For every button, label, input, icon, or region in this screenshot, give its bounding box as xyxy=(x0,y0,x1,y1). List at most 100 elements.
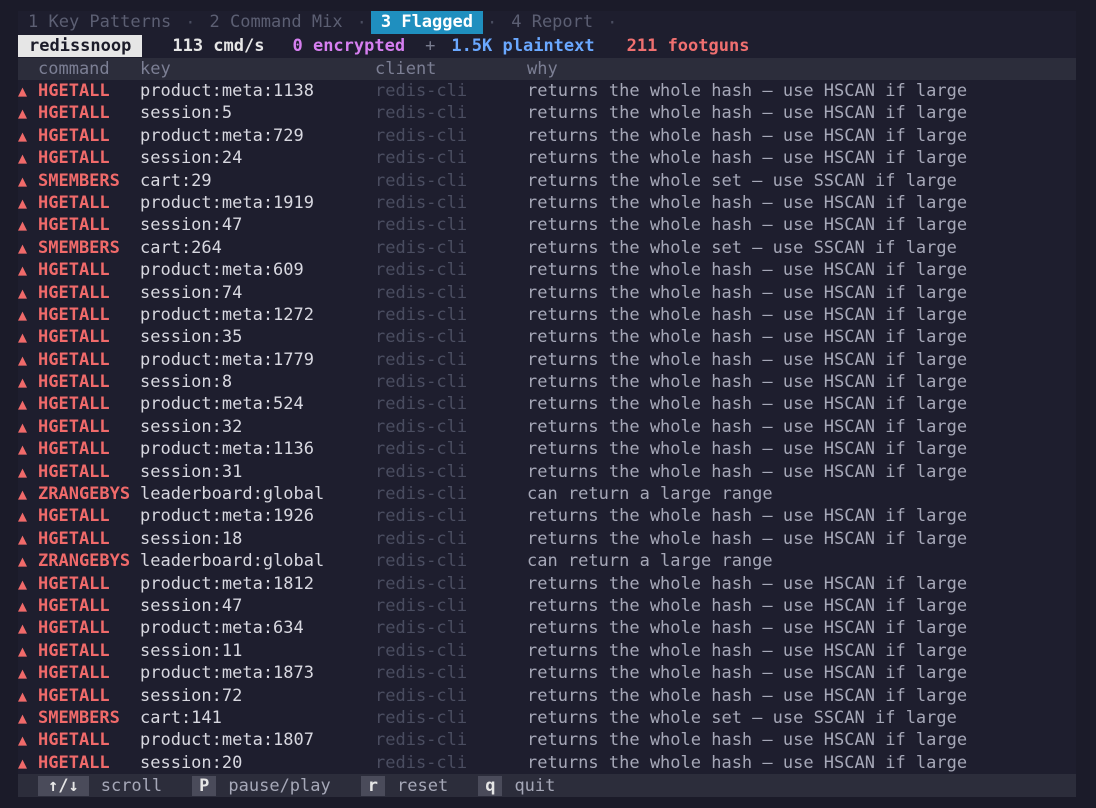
table-row[interactable]: ▲ HGETALL session:24 redis-cli returns the w… xyxy=(18,147,1076,169)
table-row[interactable]: ▲ HGETALL session:35 redis-cli returns the w… xyxy=(18,326,1076,348)
row-command: HGETALL xyxy=(38,685,110,706)
table-row[interactable]: ▲ HGETALL session:31 redis-cli returns the w… xyxy=(18,461,1076,483)
row-command: HGETALL xyxy=(38,327,110,348)
tab-report[interactable]: 4 Report xyxy=(501,11,603,34)
header-client[interactable]: client xyxy=(375,58,436,80)
row-command: ZRANGEBYS xyxy=(38,484,131,505)
table-row[interactable]: ▲ HGETALL product:meta:634 redis-cli returns… xyxy=(18,617,1076,639)
table-row[interactable]: ▲ HGETALL session:18 redis-cli returns the w… xyxy=(18,528,1076,550)
row-why: returns the whole hash — use HSCAN if la… xyxy=(527,685,968,706)
table-row[interactable]: ▲ HGETALL session:72 redis-cli returns the w… xyxy=(18,685,1076,707)
row-key: product:meta:729 xyxy=(140,125,304,146)
row-key: session:32 xyxy=(140,416,243,437)
table-row[interactable]: ▲ HGETALL product:meta:1812 redis-cli return… xyxy=(18,573,1076,595)
tab-command-mix[interactable]: 2 Command Mix xyxy=(200,11,353,34)
row-client: redis-cli xyxy=(375,304,468,325)
tab-flagged[interactable]: 3 Flagged xyxy=(370,11,483,34)
row-key: product:meta:1926 xyxy=(140,506,314,527)
scroll-key[interactable]: ↑/↓ xyxy=(38,775,89,796)
row-why: returns the whole hash — use HSCAN if la… xyxy=(527,327,968,348)
table-row[interactable]: ▲ HGETALL product:meta:729 redis-cli returns… xyxy=(18,125,1076,147)
row-command: SMEMBERS xyxy=(38,170,120,191)
table-row[interactable]: ▲ HGETALL session:74 redis-cli returns the w… xyxy=(18,282,1076,304)
warning-icon: ▲ xyxy=(18,619,28,638)
table-row[interactable]: ▲ HGETALL product:meta:1779 redis-cli return… xyxy=(18,349,1076,371)
warning-icon: ▲ xyxy=(18,440,28,459)
tab-separator: · xyxy=(607,12,618,33)
table-row[interactable]: ▲ HGETALL session:47 redis-cli returns the w… xyxy=(18,214,1076,236)
table-row[interactable]: ▲ HGETALL product:meta:1136 redis-cli return… xyxy=(18,438,1076,460)
table-row[interactable]: ▲ HGETALL session:11 redis-cli returns the w… xyxy=(18,640,1076,662)
commands-per-second: 113 cmd/s xyxy=(172,36,265,56)
table-row[interactable]: ▲ HGETALL session:5 redis-cli returns the wh… xyxy=(18,102,1076,124)
row-key: product:meta:1919 xyxy=(140,192,314,213)
reset-key[interactable]: r xyxy=(360,775,385,796)
table-row[interactable]: ▲ HGETALL product:meta:1873 redis-cli return… xyxy=(18,662,1076,684)
row-why: returns the whole hash — use HSCAN if la… xyxy=(527,192,968,213)
warning-icon: ▲ xyxy=(18,82,28,100)
tab-separator: · xyxy=(356,12,367,33)
table-row[interactable]: ▲ ZRANGEBYS leaderboard:global redis-cli can… xyxy=(18,483,1076,505)
row-why: returns the whole hash — use HSCAN if la… xyxy=(527,640,968,661)
header-why[interactable]: why xyxy=(527,58,558,80)
row-client: redis-cli xyxy=(375,528,468,549)
table-row[interactable]: ▲ HGETALL session:20 redis-cli returns the w… xyxy=(18,752,1076,774)
table-row[interactable]: ▲ HGETALL session:47 redis-cli returns the w… xyxy=(18,595,1076,617)
row-why: returns the whole hash — use HSCAN if la… xyxy=(527,349,968,370)
pause-key[interactable]: P xyxy=(192,775,217,796)
row-why: returns the whole hash — use HSCAN if la… xyxy=(527,506,968,527)
row-command: HGETALL xyxy=(38,215,110,236)
table-row[interactable]: ▲ SMEMBERS cart:141 redis-cli returns the wh… xyxy=(18,707,1076,729)
row-client: redis-cli xyxy=(375,618,468,639)
row-key: leaderboard:global xyxy=(140,484,325,505)
header-command[interactable]: command xyxy=(38,58,110,80)
row-why: returns the whole hash — use HSCAN if la… xyxy=(527,81,968,101)
row-client: redis-cli xyxy=(375,103,468,124)
plus-separator: + xyxy=(425,36,436,56)
warning-icon: ▲ xyxy=(18,664,28,683)
encrypted-count: 0 encrypted xyxy=(292,36,406,56)
table-row[interactable]: ▲ SMEMBERS cart:29 redis-cli returns the who… xyxy=(18,170,1076,192)
tab-key-patterns[interactable]: 1 Key Patterns xyxy=(18,11,181,34)
warning-icon: ▲ xyxy=(18,395,28,414)
row-key: product:meta:524 xyxy=(140,394,304,415)
row-key: session:8 xyxy=(140,372,233,393)
table-row[interactable]: ▲ HGETALL session:8 redis-cli returns the wh… xyxy=(18,371,1076,393)
table-row[interactable]: ▲ HGETALL product:meta:1926 redis-cli return… xyxy=(18,505,1076,527)
row-why: returns the whole hash — use HSCAN if la… xyxy=(527,461,968,482)
row-client: redis-cli xyxy=(375,327,468,348)
table-row[interactable]: ▲ SMEMBERS cart:264 redis-cli returns the wh… xyxy=(18,237,1076,259)
table-row[interactable]: ▲ HGETALL product:meta:1807 redis-cli return… xyxy=(18,729,1076,751)
row-command: HGETALL xyxy=(38,304,110,325)
row-client: redis-cli xyxy=(375,260,468,281)
table-row[interactable]: ▲ HGETALL product:meta:1272 redis-cli return… xyxy=(18,304,1076,326)
row-command: HGETALL xyxy=(38,730,110,751)
row-client: redis-cli xyxy=(375,394,468,415)
row-client: redis-cli xyxy=(375,685,468,706)
row-command: HGETALL xyxy=(38,125,110,146)
warning-icon: ▲ xyxy=(18,126,28,145)
warning-icon: ▲ xyxy=(18,686,28,705)
quit-label: quit xyxy=(514,775,556,796)
row-client: redis-cli xyxy=(375,148,468,169)
row-key: cart:264 xyxy=(140,237,222,258)
row-why: returns the whole hash — use HSCAN if la… xyxy=(527,663,968,684)
flagged-table-body[interactable]: ▲ HGETALL product:meta:1138 redis-cli return… xyxy=(18,80,1076,774)
warning-icon: ▲ xyxy=(18,283,28,302)
header-key[interactable]: key xyxy=(140,58,171,80)
row-key: leaderboard:global xyxy=(140,551,325,572)
table-row[interactable]: ▲ HGETALL product:meta:609 redis-cli returns… xyxy=(18,259,1076,281)
tab-bar: 1 Key Patterns · 2 Command Mix · 3 Flagg… xyxy=(18,11,1076,34)
table-row[interactable]: ▲ ZRANGEBYS leaderboard:global redis-cli can… xyxy=(18,550,1076,572)
row-why: returns the whole hash — use HSCAN if la… xyxy=(527,752,968,773)
table-row[interactable]: ▲ HGETALL product:meta:1919 redis-cli return… xyxy=(18,192,1076,214)
table-row[interactable]: ▲ HGETALL product:meta:524 redis-cli returns… xyxy=(18,393,1076,415)
quit-key[interactable]: q xyxy=(478,775,503,796)
row-key: session:47 xyxy=(140,215,243,236)
row-key: product:meta:1807 xyxy=(140,730,314,751)
warning-icon: ▲ xyxy=(18,216,28,235)
table-row[interactable]: ▲ HGETALL session:32 redis-cli returns the w… xyxy=(18,416,1076,438)
row-why: returns the whole set — use SSCAN if lar… xyxy=(527,237,957,258)
tab-separator: · xyxy=(486,12,498,33)
table-row[interactable]: ▲ HGETALL product:meta:1138 redis-cli return… xyxy=(18,80,1076,102)
